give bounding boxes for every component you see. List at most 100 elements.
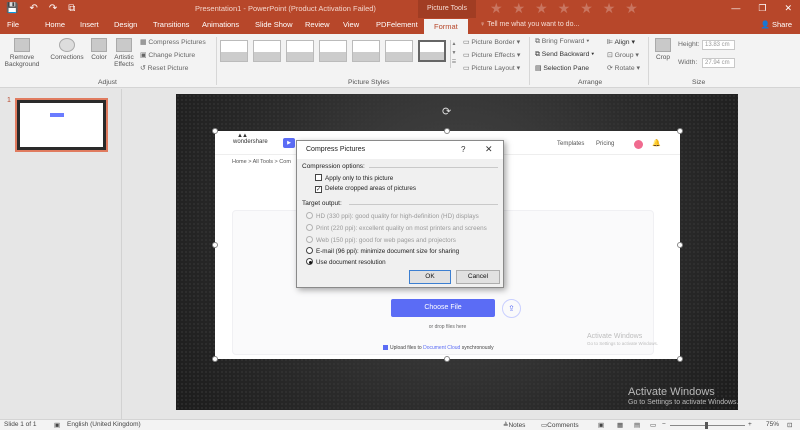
option-print[interactable]: Print (220 ppi): excellent quality on mo… — [306, 224, 487, 232]
picture-layout-button[interactable]: ▭ Picture Layout ▾ — [463, 64, 520, 72]
color-button[interactable]: Color — [88, 38, 110, 61]
apply-only-label: Apply only to this picture — [325, 175, 394, 182]
tab-pdfelement[interactable]: PDFelement — [376, 20, 418, 29]
radio-print[interactable] — [306, 224, 313, 231]
normal-view-icon[interactable]: ▣ — [598, 421, 604, 429]
minimize-button[interactable]: — — [731, 3, 740, 14]
ok-button[interactable]: OK — [409, 270, 451, 284]
help-button[interactable]: ? — [461, 145, 465, 154]
selection-pane-button[interactable]: ▤ Selection Pane — [535, 64, 589, 72]
apply-only-checkbox[interactable] — [315, 174, 322, 181]
resize-handle[interactable] — [677, 242, 683, 248]
tab-animations[interactable]: Animations — [202, 20, 239, 29]
language[interactable]: English (United Kingdom) — [67, 421, 141, 428]
picture-effects-button[interactable]: ▭ Picture Effects ▾ — [463, 51, 520, 59]
resize-handle[interactable] — [212, 356, 218, 362]
radio-web[interactable] — [306, 236, 313, 243]
slide-thumbnail[interactable] — [15, 98, 108, 152]
option-email[interactable]: E-mail (96 ppi): minimize document size … — [306, 247, 459, 255]
radio-document-resolution[interactable] — [306, 258, 313, 265]
slide-number: 1 — [7, 97, 11, 104]
align-button[interactable]: ⊫ Align ▾ — [607, 38, 635, 46]
send-backward-button[interactable]: ⧉ Send Backward ▾ — [535, 51, 594, 59]
tab-view[interactable]: View — [343, 20, 359, 29]
tab-file[interactable]: File — [7, 20, 19, 29]
remove-background-button[interactable]: Remove Background — [3, 38, 41, 68]
bring-forward-label: Bring Forward — [541, 38, 585, 45]
slideshow-icon[interactable]: ▭ — [650, 421, 656, 429]
tab-design[interactable]: Design — [114, 20, 137, 29]
zoom-out-button[interactable]: − — [662, 421, 666, 428]
tab-home[interactable]: Home — [45, 20, 65, 29]
apply-only-option[interactable]: Apply only to this picture — [315, 174, 393, 182]
tell-me-search[interactable]: ♀ Tell me what you want to do... — [480, 21, 579, 28]
cancel-button[interactable]: Cancel — [456, 270, 500, 284]
tab-transitions[interactable]: Transitions — [153, 20, 189, 29]
tab-review[interactable]: Review — [305, 20, 330, 29]
resize-handle[interactable] — [444, 128, 450, 134]
group-button[interactable]: ⊡ Group ▾ — [607, 51, 639, 59]
resize-handle[interactable] — [212, 128, 218, 134]
crop-button[interactable]: Crop — [652, 38, 674, 61]
change-picture-label: Change Picture — [148, 52, 196, 59]
option-hd[interactable]: HD (330 ppi): good quality for high-defi… — [306, 212, 479, 220]
comments-button[interactable]: ▭ Comments — [541, 421, 579, 429]
radio-email[interactable] — [306, 247, 313, 254]
cloud-sync-option: Upload files to Document Cloud synchrono… — [383, 345, 494, 351]
style-swatch[interactable] — [319, 40, 347, 62]
rotate-label: Rotate — [614, 65, 635, 72]
resize-handle[interactable] — [444, 356, 450, 362]
share-button[interactable]: 👤 Share — [761, 20, 792, 29]
zoom-in-button[interactable]: + — [748, 421, 752, 428]
tab-insert[interactable]: Insert — [80, 20, 99, 29]
restore-button[interactable]: ❐ — [758, 3, 766, 14]
fit-slide-icon[interactable]: ⊡ — [787, 421, 792, 429]
delete-cropped-checkbox[interactable]: ✓ — [315, 186, 322, 193]
zoom-level[interactable]: 75% — [766, 421, 779, 428]
change-picture-button[interactable]: ▣ Change Picture — [140, 51, 195, 59]
style-swatch[interactable] — [286, 40, 314, 62]
gallery-scroll[interactable]: ▲ ▼ ☰ — [450, 40, 457, 68]
corrections-button[interactable]: Corrections — [48, 38, 86, 61]
slide-sorter-icon[interactable]: ▦ — [617, 421, 623, 429]
rotate-button[interactable]: ⟳ Rotate ▾ — [607, 64, 640, 72]
picture-border-button[interactable]: ▭ Picture Border ▾ — [463, 38, 520, 46]
spellcheck-icon[interactable]: ▣ — [54, 421, 60, 429]
resize-handle[interactable] — [677, 356, 683, 362]
artistic-effects-button[interactable]: Artistic Effects — [112, 38, 136, 68]
dialog-close-button[interactable]: ✕ — [485, 144, 493, 155]
resize-handle[interactable] — [677, 128, 683, 134]
save-icon[interactable]: 💾 — [6, 3, 18, 14]
style-swatch[interactable] — [385, 40, 413, 62]
style-swatch[interactable] — [220, 40, 248, 62]
compress-pictures-button[interactable]: ▦ Compress Pictures — [140, 38, 206, 46]
zoom-slider-knob[interactable] — [705, 422, 708, 429]
rotate-handle-icon[interactable]: ⟳ — [442, 105, 451, 118]
width-label: Width: — [678, 59, 698, 66]
bring-forward-button[interactable]: ⧉ Bring Forward ▾ — [535, 38, 589, 46]
style-swatch[interactable] — [352, 40, 380, 62]
delete-cropped-option[interactable]: ✓ Delete cropped areas of pictures — [315, 185, 416, 193]
tab-format[interactable]: Format — [424, 19, 468, 34]
close-button[interactable]: ✕ — [784, 3, 792, 14]
reset-picture-button[interactable]: ↺ Reset Picture — [140, 64, 188, 72]
width-input[interactable]: 27.94 cm — [702, 58, 735, 68]
reading-view-icon[interactable]: ▤ — [634, 421, 640, 429]
style-swatch-selected[interactable] — [418, 40, 446, 62]
notes-button[interactable]: ≜ Notes — [503, 421, 525, 429]
undo-icon[interactable]: ↶ — [29, 3, 37, 14]
tab-slide-show[interactable]: Slide Show — [255, 20, 293, 29]
height-label: Height: — [678, 41, 700, 48]
option-document-resolution[interactable]: Use document resolution — [306, 258, 386, 266]
height-input[interactable]: 13.83 cm — [702, 40, 735, 50]
tell-me-text: Tell me what you want to do... — [487, 21, 580, 28]
resize-handle[interactable] — [212, 242, 218, 248]
style-swatch[interactable] — [253, 40, 281, 62]
picture-layout-label: Picture Layout — [471, 65, 515, 72]
option-web[interactable]: Web (150 ppi): good for web pages and pr… — [306, 236, 456, 244]
radio-hd[interactable] — [306, 212, 313, 219]
title-bar: 💾 ↶ ↷ ⧉ Presentation1 - PowerPoint (Prod… — [0, 0, 800, 18]
artistic-effects-label: Artistic Effects — [114, 54, 134, 68]
present-icon[interactable]: ⧉ — [68, 3, 75, 14]
redo-icon[interactable]: ↷ — [49, 3, 57, 14]
